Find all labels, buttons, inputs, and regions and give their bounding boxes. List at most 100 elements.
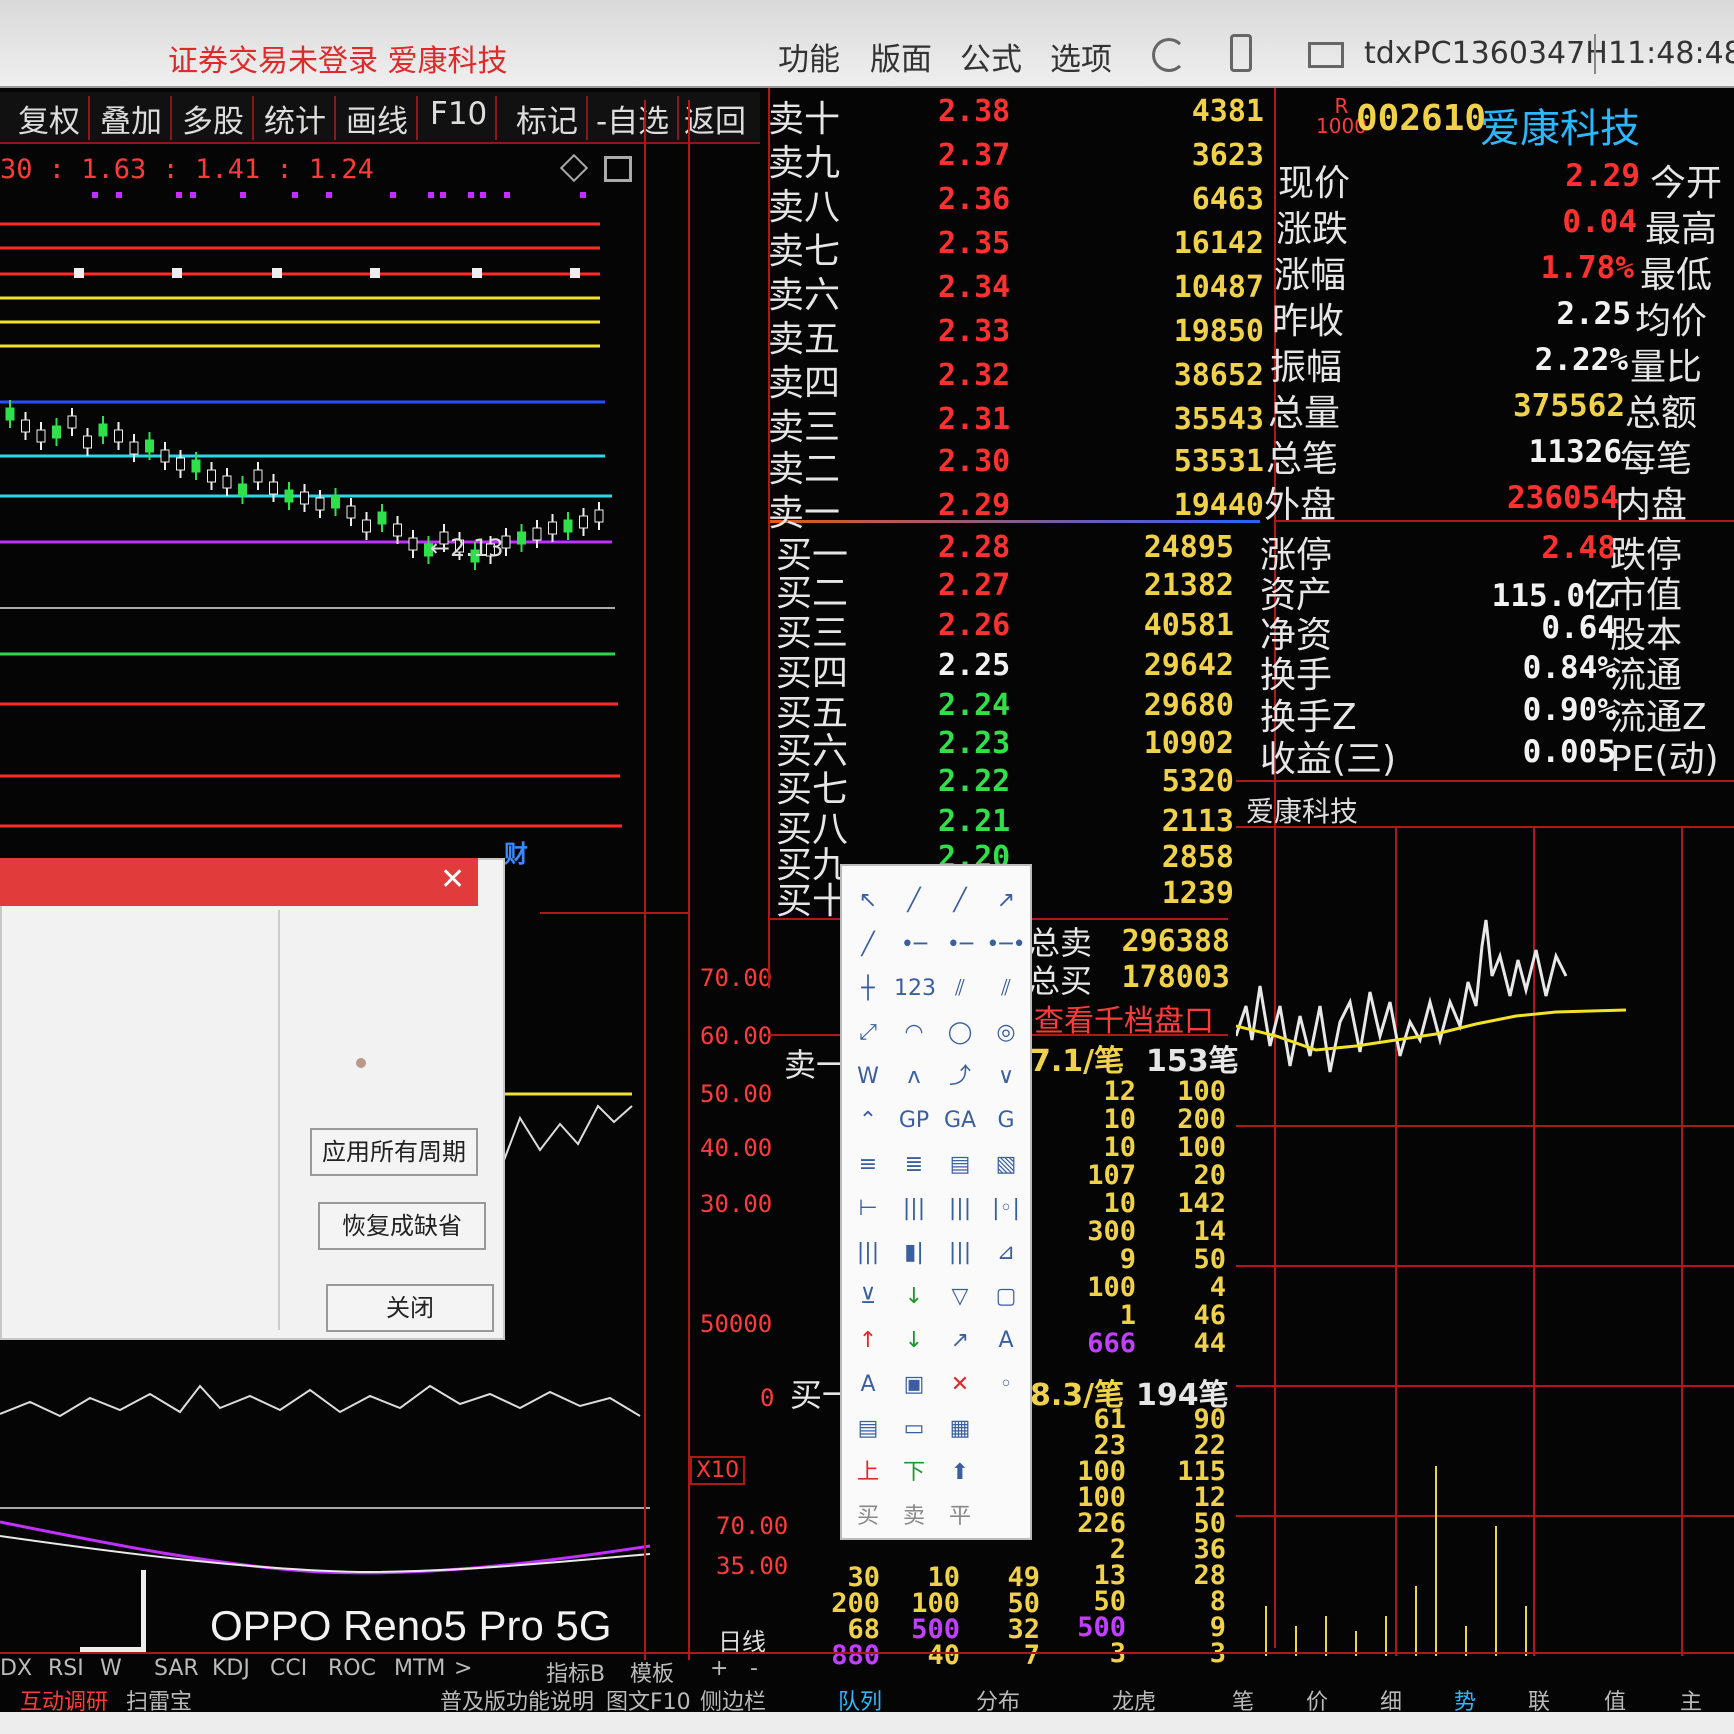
buy-level-price[interactable]: 2.21 <box>938 804 1010 839</box>
draw-tool-icon[interactable]: ||| <box>894 1192 934 1226</box>
draw-tool-icon[interactable]: ↗ <box>940 1324 980 1358</box>
draw-tool-icon[interactable]: ◯ <box>940 1016 980 1050</box>
toolbar-multi-stock[interactable]: 多股 <box>174 96 254 140</box>
sell-level-price[interactable]: 2.37 <box>938 138 1010 173</box>
draw-tool-icon[interactable]: ▤ <box>848 1412 888 1446</box>
toolbar-draw-line[interactable]: 画线 <box>338 96 418 140</box>
draw-tool-icon[interactable]: ᴧ <box>894 1060 934 1094</box>
draw-tool-icon[interactable]: ▢ <box>986 1280 1026 1314</box>
ind-kdj[interactable]: KDJ <box>212 1656 250 1681</box>
toolbar-restore-rights[interactable]: 复权 <box>10 96 90 140</box>
draw-tool-icon[interactable]: ⌃ <box>848 1104 888 1138</box>
refresh-icon[interactable] <box>1152 38 1186 72</box>
ind-roc[interactable]: ROC <box>328 1656 376 1681</box>
draw-tool-icon[interactable]: ⬆ <box>940 1456 980 1490</box>
sell-level-price[interactable]: 2.35 <box>938 226 1010 261</box>
draw-tool-icon[interactable]: ↓ <box>894 1324 934 1358</box>
draw-tool-icon[interactable]: ╱ <box>894 884 934 918</box>
finance-badge[interactable]: 财 <box>504 834 528 869</box>
dialog-titlebar[interactable] <box>0 858 478 906</box>
toolbar-watchlist[interactable]: -自选 <box>588 96 680 140</box>
draw-tool-icon[interactable]: ≡ <box>848 1148 888 1182</box>
sell-level-price[interactable]: 2.33 <box>938 314 1010 349</box>
draw-tool-icon[interactable]: 平 <box>940 1500 980 1534</box>
draw-tool-icon[interactable]: ↓ <box>894 1280 934 1314</box>
draw-tool-icon[interactable]: ⤴ <box>940 1060 980 1094</box>
draw-tool-icon[interactable]: ✕ <box>940 1368 980 1402</box>
draw-tool-icon[interactable]: ⊢ <box>848 1192 888 1226</box>
sell-level-price[interactable]: 2.31 <box>938 402 1010 437</box>
intraday-chart[interactable] <box>1236 826 1734 1656</box>
draw-tool-icon[interactable]: •─ <box>894 928 934 962</box>
restore-default-button[interactable]: 恢复成缺省 <box>318 1202 486 1250</box>
draw-tool-icon[interactable]: ▮| <box>894 1236 934 1270</box>
draw-tool-icon[interactable]: 卖 <box>894 1500 934 1534</box>
draw-tool-icon[interactable]: ∨ <box>986 1060 1026 1094</box>
dialog-close-button[interactable]: 关闭 <box>326 1284 494 1332</box>
ind-sar[interactable]: SAR <box>154 1656 199 1681</box>
menu-layout[interactable]: 版面 <box>870 34 932 79</box>
ind-zoom-in[interactable]: + <box>710 1656 728 1681</box>
toolbar-overlay[interactable]: 叠加 <box>92 96 172 140</box>
draw-tool-icon[interactable]: ◎ <box>986 1016 1026 1050</box>
draw-tool-icon[interactable]: ◦ <box>986 1368 1026 1402</box>
draw-tool-icon[interactable]: ◠ <box>894 1016 934 1050</box>
draw-tool-icon[interactable]: ||| <box>940 1192 980 1226</box>
draw-tool-icon[interactable]: ▤ <box>940 1148 980 1182</box>
draw-tool-icon[interactable]: ↑ <box>848 1324 888 1358</box>
buy-level-price[interactable]: 2.25 <box>938 648 1010 683</box>
draw-tool-icon[interactable]: G <box>986 1104 1026 1138</box>
ind-cci[interactable]: CCI <box>270 1656 307 1681</box>
sell-level-price[interactable]: 2.36 <box>938 182 1010 217</box>
buy-level-price[interactable]: 2.26 <box>938 608 1010 643</box>
draw-tool-icon[interactable]: A <box>986 1324 1026 1358</box>
buy-level-price[interactable]: 2.27 <box>938 568 1010 603</box>
mail-icon[interactable] <box>1308 42 1344 68</box>
buy-level-price[interactable]: 2.28 <box>938 530 1010 565</box>
draw-tool-icon[interactable]: GP <box>894 1104 934 1138</box>
draw-tool-icon[interactable]: ▦ <box>940 1412 980 1446</box>
ind-rsi[interactable]: RSI <box>48 1656 84 1681</box>
draw-tool-icon[interactable]: GA <box>940 1104 980 1138</box>
draw-tool-icon[interactable]: ▣ <box>894 1368 934 1402</box>
apply-all-periods-button[interactable]: 应用所有周期 <box>310 1128 478 1176</box>
draw-tool-icon[interactable]: W <box>848 1060 888 1094</box>
draw-tool-icon[interactable]: ||| <box>848 1236 888 1270</box>
draw-tool-icon[interactable]: A <box>848 1368 888 1402</box>
draw-tool-icon[interactable]: ⤢ <box>848 1016 888 1050</box>
sell-level-price[interactable]: 2.30 <box>938 444 1010 479</box>
draw-tool-icon[interactable]: ┼ <box>848 972 888 1006</box>
sell-level-price[interactable]: 2.29 <box>938 488 1010 523</box>
draw-tool-icon[interactable]: 买 <box>848 1500 888 1534</box>
dialog-close-icon[interactable]: ✕ <box>440 862 465 897</box>
sell-level-price[interactable]: 2.32 <box>938 358 1010 393</box>
draw-tool-icon[interactable]: ↗ <box>986 884 1026 918</box>
draw-tool-icon[interactable]: |◦| <box>986 1192 1026 1226</box>
draw-tool-icon[interactable]: 下 <box>894 1456 934 1490</box>
ind-w[interactable]: W <box>100 1656 122 1681</box>
buy-level-price[interactable]: 2.23 <box>938 726 1010 761</box>
phone-icon[interactable] <box>1230 34 1252 72</box>
draw-tool-icon[interactable]: ≣ <box>894 1148 934 1182</box>
buy-level-price[interactable]: 2.24 <box>938 688 1010 723</box>
ind-dx[interactable]: DX <box>0 1656 32 1681</box>
sell-level-price[interactable]: 2.34 <box>938 270 1010 305</box>
draw-tool-icon[interactable]: ▽ <box>940 1280 980 1314</box>
menu-options[interactable]: 选项 <box>1050 34 1112 79</box>
toolbar-mark[interactable]: 标记 <box>508 96 588 140</box>
ind-zoom-out[interactable]: - <box>750 1656 758 1681</box>
draw-tool-icon[interactable]: 上 <box>848 1456 888 1490</box>
draw-tool-icon[interactable]: ╱ <box>940 884 980 918</box>
buy-level-price[interactable]: 2.22 <box>938 764 1010 799</box>
draw-tool-icon[interactable]: ╱ <box>848 928 888 962</box>
menu-function[interactable]: 功能 <box>778 34 840 79</box>
draw-tool-icon[interactable]: ↖ <box>848 884 888 918</box>
draw-tool-icon[interactable]: ▧ <box>986 1148 1026 1182</box>
sell-level-price[interactable]: 2.38 <box>938 94 1010 129</box>
draw-tool-icon[interactable]: ⊿ <box>986 1236 1026 1270</box>
ind-mtm[interactable]: MTM <box>394 1656 445 1681</box>
ind-more[interactable]: > <box>454 1656 472 1681</box>
draw-tool-icon[interactable]: 123 <box>894 972 936 1006</box>
draw-tool-icon[interactable]: ⊻ <box>848 1280 888 1314</box>
draw-tool-icon[interactable]: ⫽ <box>940 972 980 1006</box>
